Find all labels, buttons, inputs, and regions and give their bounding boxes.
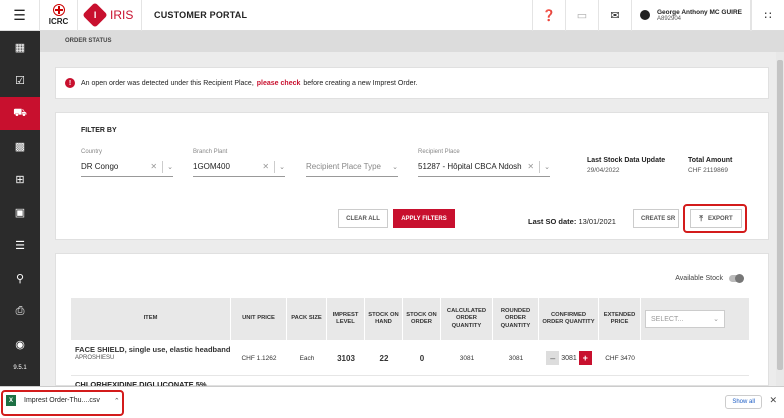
icrc-logo-text: ICRC <box>48 17 69 26</box>
extended-price: CHF 3470 <box>605 354 635 362</box>
next-row-item-name: CHLORHEXIDINE DIGLUCONATE 5% <box>75 380 207 386</box>
user-name: George Anthony MC GUIRE <box>657 8 742 16</box>
country-value: DR Congo <box>81 162 119 171</box>
table-header: ITEM UNIT PRICE PACK SIZE IMPREST LEVEL … <box>71 298 749 340</box>
show-all-button[interactable]: Show all <box>725 395 762 409</box>
column-header: CONFIRMED ORDER QUANTITY <box>539 298 599 340</box>
chat-icon[interactable]: ▭ <box>565 0 598 31</box>
filter-title: FILTER BY <box>81 127 117 134</box>
confirmed-quantity-stepper[interactable]: – 3081 + <box>539 340 599 376</box>
column-header: ROUNDED ORDER QUANTITY <box>493 298 539 340</box>
order-table-panel: Available Stock ITEM UNIT PRICE PACK SIZ… <box>55 253 769 386</box>
clear-icon[interactable]: ✕ <box>150 162 157 171</box>
rounded-quantity: 3081 <box>508 354 524 362</box>
apps-grid-icon[interactable]: ∷ <box>751 0 784 31</box>
column-select[interactable]: SELECT... ⌄ <box>641 298 729 340</box>
confirmed-quantity-input[interactable]: 3081 <box>559 355 579 362</box>
item-name: FACE SHIELD, single use, elastic headban… <box>75 345 231 354</box>
alert-text-before: An open order was detected under this Re… <box>81 79 254 87</box>
decrement-button[interactable]: – <box>546 351 560 365</box>
hamburger-menu-icon[interactable]: ☰ <box>0 0 40 31</box>
print-icon[interactable]: ⎙ <box>0 295 40 328</box>
portal-title: CUSTOMER PORTAL <box>154 10 248 20</box>
globe-icon[interactable]: ◉ <box>0 328 40 361</box>
archive-icon[interactable]: ▣ <box>0 196 40 229</box>
calculated-quantity: 3081 <box>459 354 475 362</box>
clear-icon[interactable]: ✕ <box>527 162 534 171</box>
chevron-down-icon: ⌄ <box>713 316 719 323</box>
truck-icon[interactable]: ⛟ <box>0 97 40 130</box>
stock-on-order: 0 <box>419 353 425 363</box>
column-header: CALCULATED ORDER QUANTITY <box>441 298 493 340</box>
available-stock-toggle[interactable]: Available Stock <box>675 274 744 283</box>
dashboard-icon[interactable]: ▦ <box>0 31 40 64</box>
increment-button[interactable]: + <box>578 351 592 365</box>
close-icon[interactable]: ✕ <box>769 395 777 406</box>
apply-filters-button[interactable]: APPLY FILTERS <box>393 209 455 228</box>
add-box-icon[interactable]: ⊞ <box>0 163 40 196</box>
recipient-place-field[interactable]: Recipient Place 51287 - Hôpital CBCA Ndo… <box>418 149 550 185</box>
last-stock-update: Last Stock Data Update 29/04/2022 <box>587 157 666 174</box>
icrc-logo[interactable]: ICRC <box>40 0 78 31</box>
page-section-title: ORDER STATUS <box>40 31 784 52</box>
alert-icon: ! <box>65 78 75 88</box>
toggle-switch[interactable] <box>729 274 744 283</box>
last-so-date: Last SO date: 13/01/2021 <box>528 217 616 226</box>
search-icon[interactable]: ⚲ <box>0 262 40 295</box>
download-highlight <box>1 390 124 416</box>
column-header: ITEM <box>71 298 231 340</box>
download-bar: X Imprest Order-Thu....csv ⌃ Show all ✕ <box>0 386 784 418</box>
recipient-place-type-placeholder: Recipient Place Type <box>306 162 382 171</box>
checklist-icon[interactable]: ☑ <box>0 64 40 97</box>
table-row: FACE SHIELD, single use, elastic headban… <box>71 340 749 376</box>
column-header: IMPREST LEVEL <box>327 298 365 340</box>
red-cross-icon <box>52 4 65 16</box>
alert-text-after: before creating a new Imprest Order. <box>303 79 418 87</box>
user-id: A892904 <box>657 15 682 22</box>
pack-size: Each <box>299 354 315 362</box>
column-header: EXTENDED PRICE <box>599 298 641 340</box>
chevron-down-icon[interactable]: ⌄ <box>279 163 285 171</box>
imprest-level: 3103 <box>337 353 355 363</box>
branch-plant-field[interactable]: Branch Plant 1GOM400 ✕ ⌄ <box>193 149 285 185</box>
iris-logo[interactable]: I IRIS <box>78 0 142 31</box>
page-scrollbar[interactable] <box>776 52 784 386</box>
stock-on-hand: 22 <box>379 353 389 363</box>
iris-logo-text: IRIS <box>110 8 134 22</box>
chevron-down-icon[interactable]: ⌄ <box>167 163 173 171</box>
column-header: PACK SIZE <box>287 298 327 340</box>
sidebar: ▦ ☑ ⛟ ▩ ⊞ ▣ ☰ ⚲ ⎙ ◉ 9.5.1 <box>0 31 40 386</box>
clear-icon[interactable]: ✕ <box>262 162 269 171</box>
app-version: 9.5.1 <box>13 365 27 371</box>
chevron-down-icon[interactable]: ⌄ <box>392 163 398 171</box>
column-header: STOCK ON HAND <box>365 298 403 340</box>
item-code: APROSHIESU <box>75 355 115 362</box>
recipient-place-type-field[interactable]: Recipient Place Type ⌄ <box>306 149 398 185</box>
chevron-down-icon[interactable]: ⌄ <box>544 163 550 171</box>
inbox-icon[interactable]: ✉ <box>598 0 631 31</box>
unit-price: CHF 1.1262 <box>241 354 277 362</box>
list-icon[interactable]: ☰ <box>0 229 40 262</box>
user-avatar-icon <box>640 10 650 20</box>
country-field[interactable]: Country DR Congo ✕ ⌄ <box>81 149 173 185</box>
top-bar: ☰ ICRC I IRIS CUSTOMER PORTAL ❓ ▭ ✉ Geor… <box>0 0 784 31</box>
column-header: STOCK ON ORDER <box>403 298 441 340</box>
recipient-place-value: 51287 - Hôpital CBCA Ndosho <box>418 162 523 171</box>
create-sr-button[interactable]: CREATE SR <box>633 209 679 228</box>
filter-panel: FILTER BY Country DR Congo ✕ ⌄ Branch Pl… <box>55 112 769 240</box>
help-icon[interactable]: ❓ <box>532 0 565 31</box>
total-amount: Total Amount CHF 2119869 <box>688 157 733 174</box>
user-menu[interactable]: George Anthony MC GUIRE A892904 <box>631 0 751 31</box>
open-order-alert: ! An open order was detected under this … <box>55 67 769 99</box>
iris-logo-icon: I <box>82 2 108 28</box>
clear-all-button[interactable]: CLEAR ALL <box>338 209 388 228</box>
please-check-link[interactable]: please check <box>257 80 301 87</box>
column-header: UNIT PRICE <box>231 298 287 340</box>
branch-plant-value: 1GOM400 <box>193 162 230 171</box>
export-highlight <box>683 204 747 233</box>
modules-icon[interactable]: ▩ <box>0 130 40 163</box>
